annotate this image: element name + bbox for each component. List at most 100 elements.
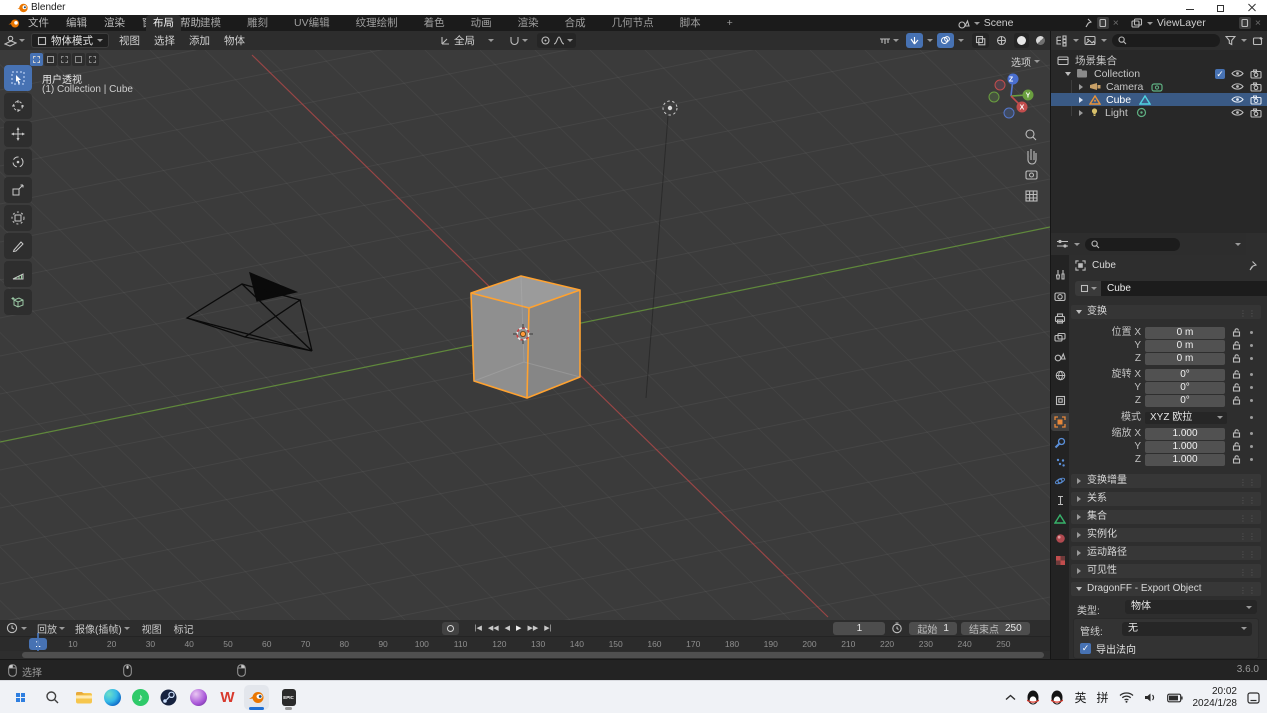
- checkbox-checked[interactable]: ✓: [1080, 643, 1091, 654]
- collection-checkbox[interactable]: ✓: [1215, 68, 1225, 79]
- lock-icon[interactable]: [1232, 370, 1241, 379]
- workspace-tab-layout[interactable]: 布局: [146, 15, 181, 31]
- ime-pinyin-indicator[interactable]: 拼: [1096, 689, 1108, 706]
- hide-eye-icon[interactable]: [1231, 108, 1244, 117]
- workspace-tab-sculpting[interactable]: 雕刻: [240, 15, 275, 31]
- gizmos-dropdown-chevron[interactable]: [927, 39, 933, 42]
- pin-icon[interactable]: [1247, 260, 1258, 271]
- select-mode-intersect[interactable]: [86, 53, 99, 66]
- play-reverse-button[interactable]: ◀: [503, 622, 512, 635]
- light-object[interactable]: [662, 100, 678, 116]
- unlink-scene-icon[interactable]: ×: [1113, 17, 1119, 29]
- tab-particles[interactable]: [1051, 453, 1069, 471]
- xray-toggle[interactable]: [972, 33, 989, 48]
- frame-start-field[interactable]: 起始 1: [909, 621, 957, 636]
- game-app-icon[interactable]: [186, 685, 211, 710]
- animate-dot[interactable]: [1250, 357, 1253, 360]
- menu-keying[interactable]: 报像(插帧): [75, 621, 130, 636]
- tab-object-data[interactable]: [1051, 510, 1069, 528]
- menu-file[interactable]: 文件: [28, 15, 49, 31]
- filter-dropdown-chevron[interactable]: [1241, 39, 1247, 42]
- outliner-row-scene-collection[interactable]: 场景集合: [1051, 54, 1267, 67]
- tab-collection-props[interactable]: [1051, 391, 1069, 409]
- animate-dot[interactable]: [1250, 432, 1253, 435]
- add-workspace-button[interactable]: +: [720, 15, 740, 31]
- ime-language-indicator[interactable]: 英: [1074, 689, 1086, 706]
- menu-object[interactable]: 物体: [220, 33, 249, 48]
- qq-icon-2[interactable]: [1050, 690, 1064, 705]
- maximize-button[interactable]: [1216, 3, 1226, 13]
- field-value[interactable]: 0°: [1145, 368, 1225, 381]
- menu-edit[interactable]: 编辑: [66, 15, 87, 31]
- tool-rotate[interactable]: [4, 149, 32, 175]
- animate-dot[interactable]: [1250, 416, 1253, 419]
- section-collections[interactable]: 集合 ⋮⋮: [1071, 510, 1261, 524]
- tool-transform[interactable]: [4, 205, 32, 231]
- play-button[interactable]: ▶: [514, 622, 523, 635]
- tab-texture[interactable]: [1051, 551, 1069, 569]
- export-normals-checkbox-row[interactable]: ✓ 导出法向: [1080, 641, 1136, 656]
- tool-annotate[interactable]: [4, 233, 32, 259]
- workspace-tab-shading[interactable]: 着色: [417, 15, 452, 31]
- section-visibility[interactable]: 可见性 ⋮⋮: [1071, 564, 1261, 578]
- id-type-button[interactable]: [1075, 281, 1101, 296]
- volume-icon[interactable]: [1144, 692, 1157, 703]
- render-camera-icon[interactable]: [1250, 107, 1262, 118]
- menu-marker[interactable]: 标记: [174, 621, 194, 636]
- wifi-icon[interactable]: [1119, 692, 1134, 703]
- animate-dot[interactable]: [1250, 373, 1253, 376]
- shading-material-button[interactable]: [1033, 33, 1048, 48]
- edge-browser-icon[interactable]: [100, 685, 125, 710]
- tab-tool[interactable]: [1051, 265, 1069, 283]
- menu-view[interactable]: 视图: [115, 33, 144, 48]
- lock-icon[interactable]: [1232, 396, 1241, 405]
- animate-dot[interactable]: [1250, 399, 1253, 402]
- viewport-options-button[interactable]: 选项: [1011, 54, 1040, 69]
- viewlayer-name-field[interactable]: ViewLayer: [1157, 17, 1235, 29]
- use-preview-range-icon[interactable]: [891, 622, 903, 634]
- outliner-search-input[interactable]: [1112, 34, 1220, 47]
- field-value[interactable]: 0°: [1145, 394, 1225, 407]
- camera-object[interactable]: [185, 271, 313, 352]
- notification-center-icon[interactable]: [1247, 691, 1261, 705]
- rotation-mode-dropdown[interactable]: XYZ 欧拉: [1145, 411, 1227, 424]
- wps-icon[interactable]: W: [215, 685, 240, 710]
- field-value[interactable]: 1.000: [1145, 427, 1225, 440]
- breadcrumb-object-name[interactable]: Cube: [1092, 260, 1116, 271]
- field-value[interactable]: 0°: [1145, 381, 1225, 394]
- tab-physics[interactable]: [1051, 472, 1069, 490]
- jump-to-end-button[interactable]: ▶|: [542, 622, 553, 635]
- workspace-tab-animation[interactable]: 动画: [464, 15, 499, 31]
- 3d-viewport[interactable]: Z Y X 用户透视 (1) Collection | Cube 选项: [0, 50, 1050, 620]
- record-button[interactable]: [441, 621, 459, 635]
- menu-timeline-view[interactable]: 视图: [142, 621, 162, 636]
- menu-add[interactable]: 添加: [185, 33, 214, 48]
- section-motion-paths[interactable]: 运动路径 ⋮⋮: [1071, 546, 1261, 560]
- qq-music-icon[interactable]: ♪: [128, 685, 153, 710]
- render-camera-icon[interactable]: [1250, 81, 1262, 92]
- cube-expand-arrow[interactable]: [1079, 96, 1083, 103]
- tab-object-active[interactable]: [1051, 413, 1069, 431]
- lock-icon[interactable]: [1232, 341, 1241, 350]
- hide-eye-icon[interactable]: [1231, 82, 1244, 91]
- workspace-tab-compositing[interactable]: 合成: [558, 15, 593, 31]
- cube-object[interactable]: [470, 275, 581, 399]
- workspace-tab-rendering[interactable]: 渲染: [511, 15, 546, 31]
- render-camera-icon[interactable]: [1250, 68, 1262, 79]
- workspace-tab-uv[interactable]: UV编辑: [287, 15, 337, 31]
- tab-modifiers[interactable]: [1051, 434, 1069, 452]
- blender-menu-icon[interactable]: [8, 18, 20, 29]
- timeline-scrollbar[interactable]: [22, 652, 1044, 658]
- outliner-editor-icon[interactable]: [1055, 34, 1068, 47]
- animate-dot[interactable]: [1250, 344, 1253, 347]
- hide-eye-icon[interactable]: [1231, 95, 1244, 104]
- tab-world[interactable]: [1051, 366, 1069, 384]
- lock-icon[interactable]: [1232, 354, 1241, 363]
- tool-measure[interactable]: [4, 261, 32, 287]
- new-scene-icon[interactable]: [1096, 17, 1109, 29]
- viewlayer-browse-chevron[interactable]: [1146, 21, 1153, 25]
- workspace-tab-texture-paint[interactable]: 纹理绘制: [349, 15, 405, 31]
- collection-expand-arrow[interactable]: [1065, 71, 1071, 76]
- field-value[interactable]: 0 m: [1145, 339, 1225, 352]
- section-dragonff[interactable]: DragonFF - Export Object ⋮⋮: [1071, 582, 1261, 596]
